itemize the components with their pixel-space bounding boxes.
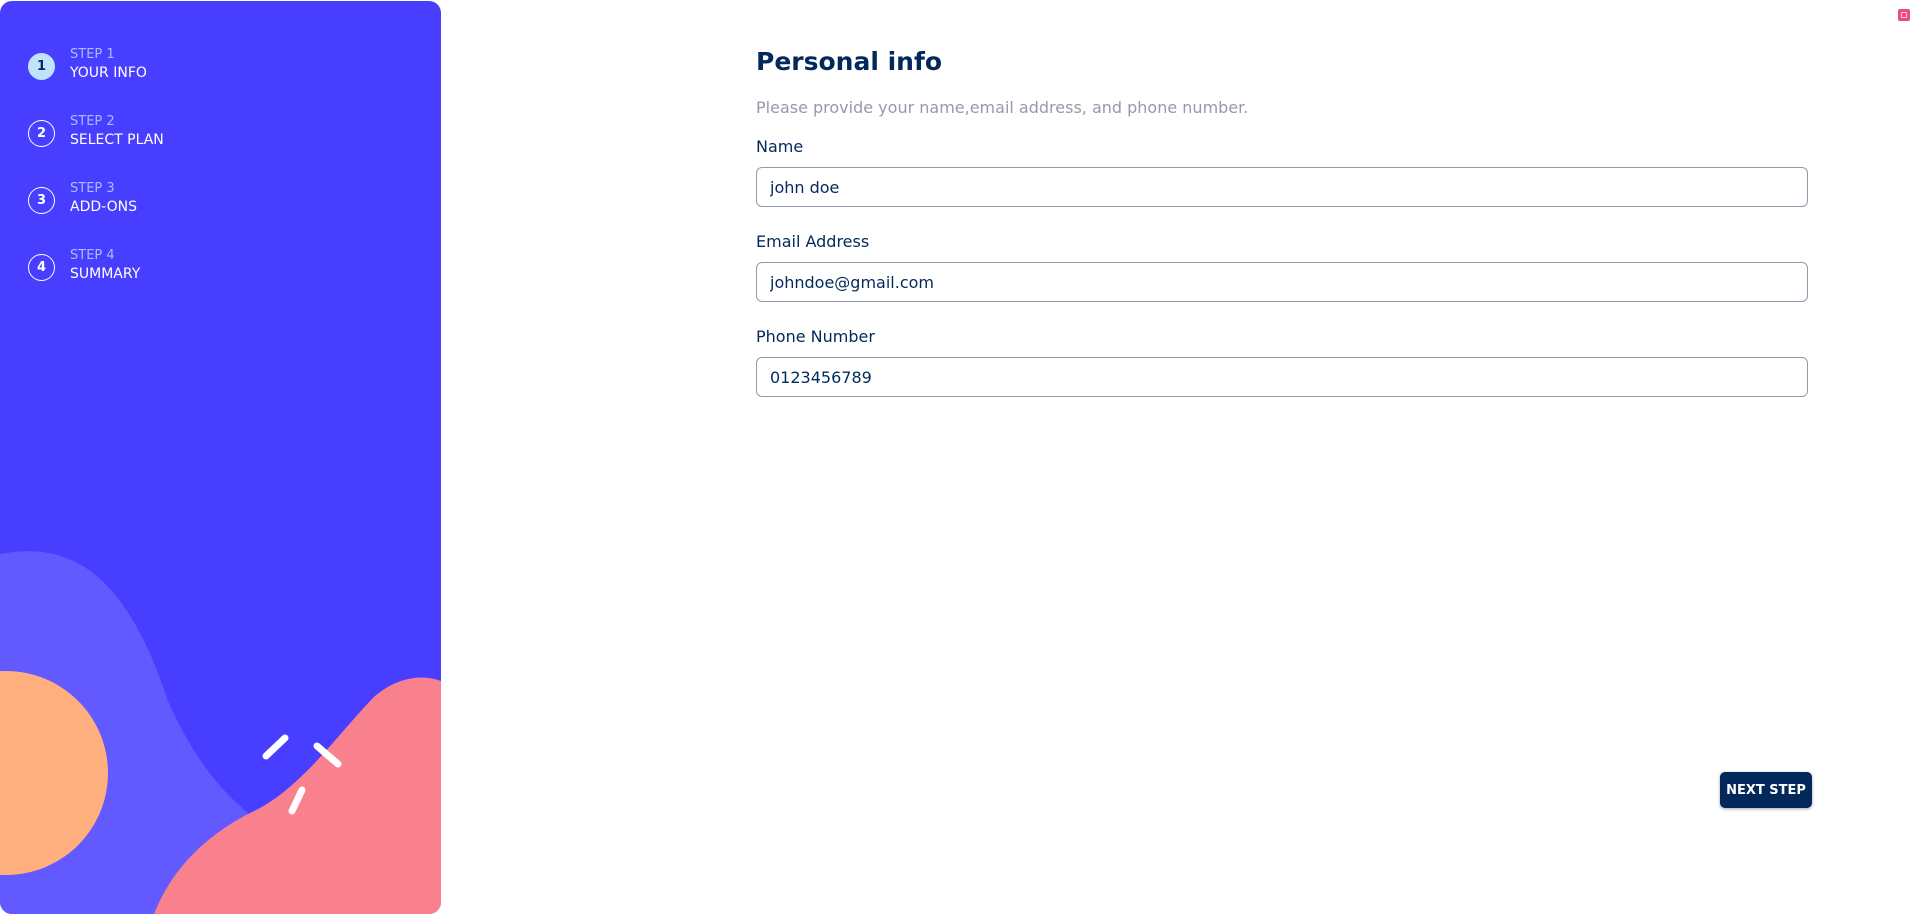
step-number-badge: 4 — [28, 254, 55, 281]
step-item-2[interactable]: 2 STEP 2 SELECT PLAN — [28, 100, 164, 167]
page-subtitle: Please provide your name,email address, … — [756, 98, 1249, 117]
email-label: Email Address — [756, 232, 870, 251]
step-kicker: STEP 4 — [70, 247, 115, 263]
step-title: SUMMARY — [70, 265, 141, 282]
step-number-badge: 2 — [28, 120, 55, 147]
step-title: YOUR INFO — [70, 64, 147, 81]
step-text: STEP 1 YOUR INFO — [70, 45, 147, 83]
personal-info-form: Personal info Please provide your name,e… — [756, 0, 1810, 915]
step-number-badge: 3 — [28, 187, 55, 214]
multi-step-form-app: 1 STEP 1 YOUR INFO 2 STEP 2 SELECT PLAN … — [0, 0, 1920, 915]
step-kicker: STEP 1 — [70, 46, 115, 62]
step-text: STEP 2 SELECT PLAN — [70, 112, 164, 150]
page-title: Personal info — [756, 47, 943, 76]
step-title: SELECT PLAN — [70, 131, 164, 148]
phone-label: Phone Number — [756, 327, 875, 346]
sidebar: 1 STEP 1 YOUR INFO 2 STEP 2 SELECT PLAN … — [0, 1, 441, 914]
next-step-button[interactable]: NEXT STEP — [1720, 772, 1812, 808]
step-list: 1 STEP 1 YOUR INFO 2 STEP 2 SELECT PLAN … — [28, 33, 164, 301]
step-kicker: STEP 2 — [70, 113, 115, 129]
name-label: Name — [756, 137, 804, 156]
small-square-icon-inner — [1901, 12, 1907, 18]
step-item-4[interactable]: 4 STEP 4 SUMMARY — [28, 234, 164, 301]
step-item-3[interactable]: 3 STEP 3 ADD-ONS — [28, 167, 164, 234]
phone-input[interactable] — [756, 357, 1808, 397]
step-text: STEP 3 ADD-ONS — [70, 179, 137, 217]
step-text: STEP 4 SUMMARY — [70, 246, 140, 284]
name-input[interactable] — [756, 167, 1808, 207]
email-input[interactable] — [756, 262, 1808, 302]
step-item-1[interactable]: 1 STEP 1 YOUR INFO — [28, 33, 164, 100]
step-number-badge: 1 — [28, 53, 55, 80]
step-kicker: STEP 3 — [70, 180, 115, 196]
step-title: ADD-ONS — [70, 198, 137, 215]
small-square-icon[interactable] — [1898, 9, 1910, 21]
